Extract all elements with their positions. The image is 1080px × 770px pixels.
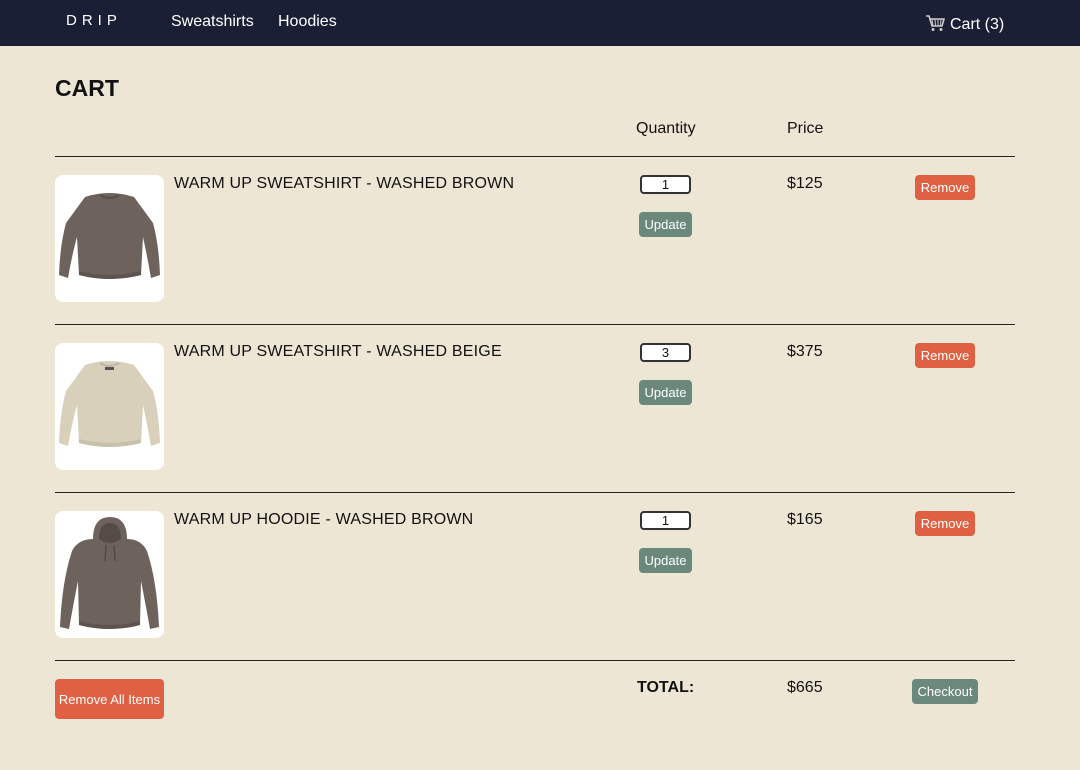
page-title: CART xyxy=(55,75,119,101)
update-button[interactable]: Update xyxy=(639,380,692,405)
total-label: TOTAL: xyxy=(637,679,695,696)
shopping-cart-icon xyxy=(926,15,946,31)
cart-item-row: WARM UP SWEATSHIRT - WASHED BEIGE Update… xyxy=(0,325,1080,493)
quantity-input[interactable] xyxy=(640,343,691,362)
remove-button[interactable]: Remove xyxy=(915,175,975,200)
nav-link-sweatshirts[interactable]: Sweatshirts xyxy=(171,13,254,31)
cart-item-row: WARM UP HOODIE - WASHED BROWN Update $16… xyxy=(0,493,1080,661)
item-price: $165 xyxy=(787,511,823,528)
column-header-price: Price xyxy=(787,120,824,137)
item-price: $125 xyxy=(787,175,823,192)
nav-link-hoodies[interactable]: Hoodies xyxy=(278,13,337,31)
remove-button[interactable]: Remove xyxy=(915,343,975,368)
product-image[interactable] xyxy=(55,343,164,470)
sweatshirt-image xyxy=(59,361,160,447)
remove-all-button[interactable]: Remove All Items xyxy=(55,679,164,719)
column-header-quantity: Quantity xyxy=(636,120,696,137)
product-name[interactable]: WARM UP HOODIE - WASHED BROWN xyxy=(174,511,473,529)
remove-button[interactable]: Remove xyxy=(915,511,975,536)
brand-logo[interactable]: DRIP xyxy=(66,12,122,29)
update-button[interactable]: Update xyxy=(639,212,692,237)
cart-link[interactable]: Cart (3) xyxy=(925,15,1005,34)
product-image[interactable] xyxy=(55,175,164,302)
product-name[interactable]: WARM UP SWEATSHIRT - WASHED BROWN xyxy=(174,175,514,193)
quantity-input[interactable] xyxy=(640,175,691,194)
hoodie-image xyxy=(60,517,159,629)
product-image[interactable] xyxy=(55,511,164,638)
divider xyxy=(55,660,1015,661)
item-price: $375 xyxy=(787,343,823,360)
quantity-input[interactable] xyxy=(640,511,691,530)
cart-item-row: WARM UP SWEATSHIRT - WASHED BROWN Update… xyxy=(0,157,1080,325)
sweatshirt-image xyxy=(59,193,160,279)
cart-label: Cart (3) xyxy=(950,16,1005,33)
navbar: DRIP Sweatshirts Hoodies Cart (3) xyxy=(0,0,1080,46)
checkout-button[interactable]: Checkout xyxy=(912,679,978,704)
product-name[interactable]: WARM UP SWEATSHIRT - WASHED BEIGE xyxy=(174,343,502,361)
update-button[interactable]: Update xyxy=(639,548,692,573)
total-value: $665 xyxy=(787,679,823,696)
